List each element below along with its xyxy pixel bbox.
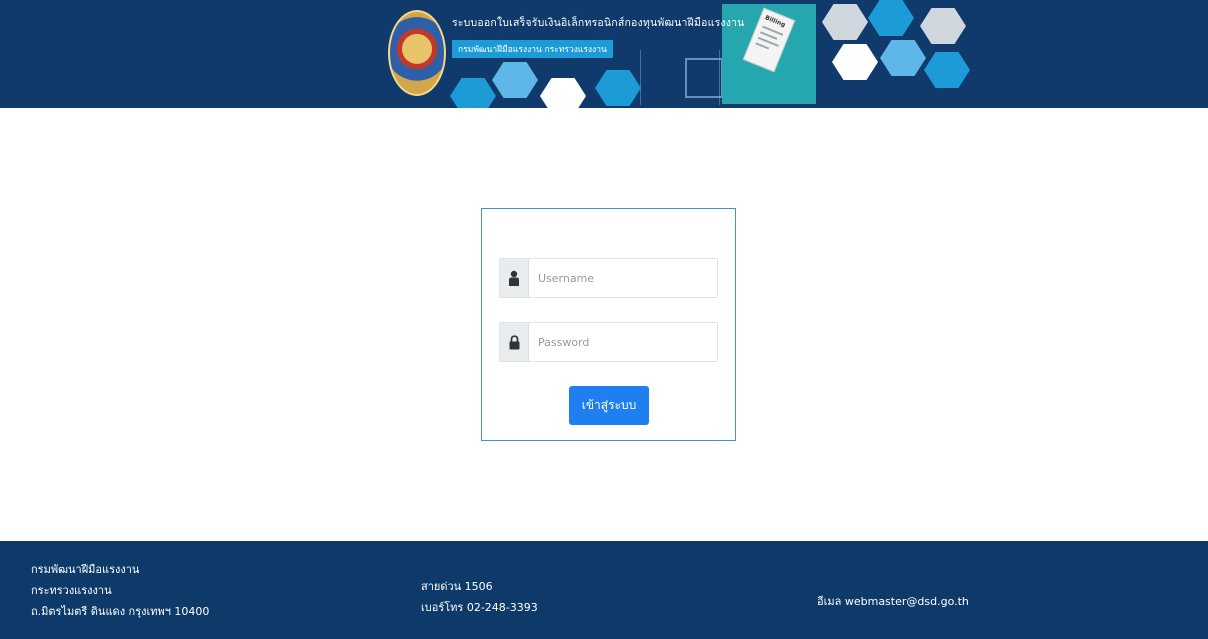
decorative-hexagon [595, 70, 641, 106]
login-button[interactable]: เข้าสู่ระบบ [569, 386, 649, 425]
password-input[interactable] [529, 323, 717, 361]
password-group [499, 322, 718, 362]
page-footer: กรมพัฒนาฝีมือแรงงาน กระทรวงแรงงาน ถ.มิตร… [0, 541, 1208, 639]
footer-address: ถ.มิตรไมตรี ดินแดง กรุงเทพฯ 10400 [31, 605, 210, 618]
footer-phone: เบอร์โทร 02-248-3393 [421, 601, 538, 614]
decorative-hexagon [450, 78, 496, 108]
department-logo [388, 10, 446, 96]
decorative-hexagon [920, 8, 966, 44]
decorative-hexagon [924, 52, 970, 88]
lock-icon [500, 323, 529, 361]
chip-icon [685, 58, 723, 98]
footer-department: กรมพัฒนาฝีมือแรงงาน [31, 563, 140, 576]
decorative-hexagon [880, 40, 926, 76]
footer-ministry: กระทรวงแรงงาน [31, 584, 112, 597]
system-title: ระบบออกใบเสร็จรับเงินอิเล็กทรอนิกส์กองทุ… [452, 17, 745, 29]
username-group [499, 258, 718, 298]
page-header: Billing ระบบออกใบเสร็จรับเงินอิเล็กทรอนิ… [0, 0, 1208, 108]
footer-email: อีเมล webmaster@dsd.go.th [817, 595, 969, 608]
username-input[interactable] [529, 259, 717, 297]
footer-hotline: สายด่วน 1506 [421, 580, 493, 593]
footer-contact: สายด่วน 1506 เบอร์โทร 02-248-3393 [421, 576, 538, 618]
department-subtitle: กรมพัฒนาฝีมือแรงงาน กระทรวงแรงงาน [452, 40, 613, 58]
decorative-hexagon [868, 0, 914, 36]
decorative-hexagon [832, 44, 878, 80]
decorative-hexagon [492, 62, 538, 98]
login-form: เข้าสู่ระบบ [481, 208, 736, 441]
user-icon [500, 259, 529, 297]
decorative-hexagon [540, 78, 586, 108]
footer-organization: กรมพัฒนาฝีมือแรงงาน กระทรวงแรงงาน ถ.มิตร… [31, 559, 209, 622]
decorative-hexagon [822, 4, 868, 40]
receipt-line [755, 42, 770, 50]
